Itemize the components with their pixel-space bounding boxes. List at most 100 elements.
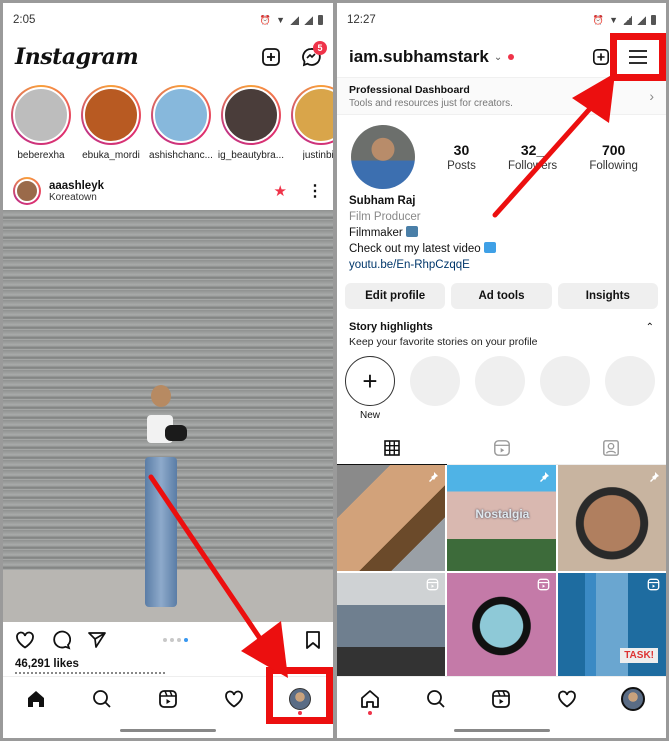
signal-icon bbox=[637, 15, 646, 25]
story-item[interactable]: beberexha bbox=[11, 85, 71, 169]
stories-tray: beberexha ebuka_mordi ashishchanc... ig_… bbox=[3, 77, 333, 169]
nav-profile[interactable] bbox=[613, 679, 653, 719]
bio-line: Check out my latest video bbox=[349, 243, 481, 255]
profile-category: Film Producer bbox=[349, 211, 421, 223]
carousel-indicator bbox=[163, 638, 188, 642]
insights-button[interactable]: Insights bbox=[557, 283, 658, 309]
pin-icon bbox=[427, 470, 439, 488]
posts-grid: Nostalgia TASK! bbox=[337, 465, 666, 679]
nav-home[interactable] bbox=[350, 679, 390, 719]
tab-tagged[interactable] bbox=[556, 431, 666, 465]
nav-activity[interactable] bbox=[547, 679, 587, 719]
more-options-icon[interactable]: ⋮ bbox=[307, 181, 323, 201]
stat-following[interactable]: 700 Following bbox=[589, 142, 638, 172]
nav-reels[interactable] bbox=[148, 679, 188, 719]
tab-reels[interactable] bbox=[446, 431, 557, 465]
status-time: 2:05 bbox=[13, 14, 36, 26]
grid-icon bbox=[384, 439, 400, 456]
story-item[interactable]: ashishchanc... bbox=[149, 85, 213, 169]
reel-icon bbox=[426, 578, 439, 596]
stat-value: 30 bbox=[453, 142, 470, 158]
post-username[interactable]: aaashleyk bbox=[49, 180, 104, 192]
comment-button[interactable] bbox=[51, 630, 71, 650]
ad-tools-button[interactable]: Ad tools bbox=[451, 283, 552, 309]
tab-grid[interactable] bbox=[337, 431, 447, 465]
stat-posts[interactable]: 30 Posts bbox=[447, 142, 476, 172]
story-avatar bbox=[223, 87, 279, 143]
share-button[interactable] bbox=[87, 631, 107, 649]
grid-post[interactable] bbox=[337, 573, 446, 679]
nav-activity[interactable] bbox=[214, 679, 254, 719]
alarm-icon: ⏰ bbox=[592, 14, 605, 25]
search-icon bbox=[426, 689, 445, 708]
nav-home[interactable] bbox=[16, 679, 56, 719]
carousel-dot bbox=[163, 638, 167, 642]
new-highlight[interactable]: + New bbox=[345, 356, 395, 421]
feed-screen: 2:05 ⏰ ▼ Instagram 5 beberexha ebuka_mor… bbox=[3, 3, 333, 738]
stat-followers[interactable]: 32_ Followers bbox=[508, 142, 557, 172]
story-item[interactable]: justinbie bbox=[291, 85, 333, 169]
messenger-button[interactable]: 5 bbox=[301, 41, 327, 67]
bio-link[interactable]: youtu.be/En-RhpCzqqE bbox=[349, 257, 654, 273]
post-location[interactable]: Koreatown bbox=[49, 192, 104, 203]
profile-username[interactable]: iam.subhamstark bbox=[349, 47, 489, 67]
profile-bio: Subham Raj Film Producer Filmmaker Check… bbox=[337, 189, 666, 273]
professional-dashboard[interactable]: Professional Dashboard Tools and resourc… bbox=[337, 77, 666, 115]
profile-tabs bbox=[337, 431, 666, 465]
story-username: ig_beautybra... bbox=[217, 150, 285, 161]
grid-post[interactable] bbox=[447, 573, 556, 679]
bottom-navigation bbox=[337, 676, 666, 720]
nav-search[interactable] bbox=[416, 679, 456, 719]
feed-header: Instagram 5 bbox=[3, 37, 333, 77]
new-highlight-label: New bbox=[359, 410, 380, 421]
post-author-avatar[interactable] bbox=[13, 177, 41, 205]
clapperboard-emoji-icon bbox=[405, 226, 418, 237]
bio-line: Filmmaker bbox=[349, 227, 403, 239]
alarm-icon: ⏰ bbox=[259, 14, 272, 25]
status-indicators: ⏰ ▼ bbox=[260, 15, 323, 26]
pin-icon bbox=[538, 470, 550, 488]
nav-search[interactable] bbox=[82, 679, 122, 719]
edit-profile-button[interactable]: Edit profile bbox=[345, 283, 446, 309]
save-button[interactable] bbox=[305, 631, 321, 649]
profile-avatar bbox=[621, 686, 646, 711]
story-item[interactable]: ebuka_mordi bbox=[81, 85, 141, 169]
highlight-placeholder bbox=[410, 356, 460, 406]
dashboard-subtitle: Tools and resources just for creators. bbox=[349, 97, 513, 109]
signal-icon bbox=[304, 15, 313, 25]
battery-icon bbox=[651, 15, 656, 25]
nav-reels[interactable] bbox=[481, 679, 521, 719]
gesture-bar bbox=[453, 729, 550, 732]
grid-post[interactable]: Nostalgia bbox=[447, 465, 556, 571]
new-post-button[interactable] bbox=[592, 48, 610, 66]
profile-actions: Edit profile Ad tools Insights bbox=[337, 273, 666, 309]
search-icon bbox=[93, 689, 111, 708]
arrow-emoji-icon bbox=[483, 242, 496, 253]
dashboard-title: Professional Dashboard bbox=[349, 83, 470, 96]
chevron-up-icon[interactable]: ⌃ bbox=[646, 322, 654, 333]
wifi-icon: ▼ bbox=[609, 15, 618, 25]
carousel-dot-active bbox=[184, 638, 188, 642]
wifi-icon: ▼ bbox=[276, 15, 285, 25]
stat-value: 32_ bbox=[520, 142, 545, 158]
grid-post[interactable] bbox=[557, 465, 666, 571]
story-item[interactable]: ig_beautybra... bbox=[217, 85, 285, 169]
profile-picture[interactable] bbox=[351, 125, 415, 189]
highlight-placeholder bbox=[540, 356, 590, 406]
new-post-button[interactable] bbox=[261, 47, 281, 67]
story-username: beberexha bbox=[17, 150, 65, 161]
chevron-down-icon[interactable]: ⌄ bbox=[494, 52, 502, 63]
reels-icon bbox=[492, 689, 511, 708]
heart-icon bbox=[225, 690, 243, 708]
home-icon bbox=[360, 689, 379, 708]
heart-icon bbox=[16, 631, 34, 649]
stat-label: Posts bbox=[447, 160, 476, 172]
carousel-dot bbox=[170, 638, 174, 642]
post-image[interactable] bbox=[3, 210, 333, 622]
chevron-right-icon: › bbox=[649, 88, 654, 104]
highlight-box-profile-tab bbox=[266, 667, 333, 724]
grid-post[interactable] bbox=[337, 465, 446, 571]
post-actions bbox=[3, 622, 333, 658]
grid-post[interactable]: TASK! bbox=[557, 573, 666, 679]
like-button[interactable] bbox=[15, 631, 35, 649]
